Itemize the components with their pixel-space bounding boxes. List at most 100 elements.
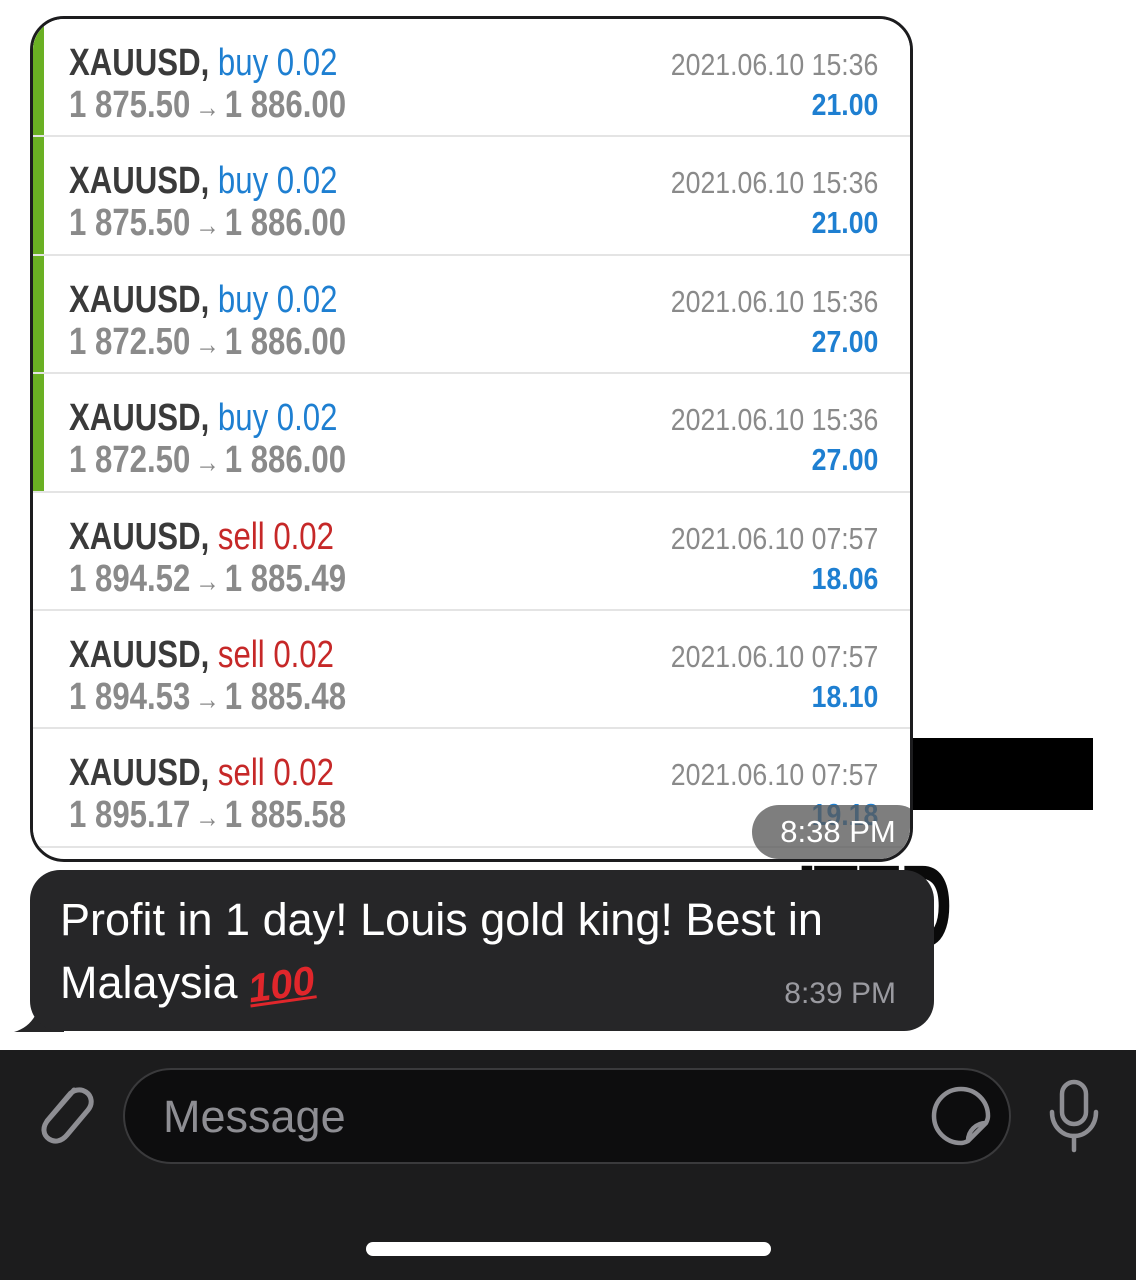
home-indicator (366, 1242, 771, 1256)
text-message-body: Profit in 1 day! Louis gold king! Best i… (60, 888, 910, 1017)
trade-prices: 1 875.50 → 1 886.00 (69, 85, 346, 128)
arrow-icon: → (195, 327, 220, 361)
trade-type: sell 0.02 (217, 633, 334, 676)
message-input[interactable] (161, 1084, 925, 1150)
message-field[interactable] (123, 1068, 1011, 1164)
trade-right: 2021.06.10 15:36 21.00 (637, 165, 878, 241)
trade-profit: 27.00 (811, 323, 878, 359)
trade-close-price: 1 885.49 (224, 557, 347, 600)
trade-profit: 27.00 (811, 442, 878, 478)
microphone-icon[interactable] (1044, 1078, 1104, 1156)
buy-accent-bar (33, 255, 44, 373)
trade-row: XAUUSD, buy 0.02 1 872.50 → 1 886.00 2021.… (33, 374, 910, 493)
trade-type: buy 0.02 (217, 160, 338, 203)
trade-right: 2021.06.10 07:57 18.06 (637, 521, 878, 597)
trade-title: XAUUSD, sell 0.02 (69, 635, 346, 675)
trade-title: XAUUSD, buy 0.02 (69, 398, 346, 438)
trade-title: XAUUSD, sell 0.02 (69, 517, 346, 557)
trade-prices: 1 894.53 → 1 885.48 (69, 677, 346, 720)
trade-open-price: 1 872.50 (69, 320, 191, 363)
trade-profit: 18.06 (811, 560, 878, 596)
text-message-timestamp: 8:39 PM (784, 977, 896, 1010)
trade-close-price: 1 886.00 (224, 84, 347, 126)
trade-row: XAUUSD, buy 0.02 1 875.50 → 1 886.00 2021.… (33, 137, 910, 256)
trade-title: XAUUSD, buy 0.02 (69, 43, 346, 83)
trade-symbol: XAUUSD, (69, 278, 210, 321)
trade-left: XAUUSD, sell 0.02 1 894.52 → 1 885.49 (69, 517, 407, 602)
trade-row: XAUUSD, sell 0.02 1 894.52 → 1 885.49 2021… (33, 492, 910, 611)
background-graphic-bar (905, 738, 1093, 810)
trade-list: XAUUSD, buy 0.02 1 875.50 → 1 886.00 2021.… (33, 19, 910, 848)
trade-title: XAUUSD, sell 0.02 (69, 753, 346, 793)
buy-accent-bar (33, 374, 44, 491)
buy-accent-bar (33, 137, 44, 254)
trade-prices: 1 875.50 → 1 886.00 (69, 203, 346, 246)
trade-prices: 1 894.52 → 1 885.49 (69, 559, 346, 602)
trade-right: 2021.06.10 07:57 18.10 (637, 639, 878, 715)
trade-close-price: 1 886.00 (224, 320, 347, 363)
trade-symbol: XAUUSD, (69, 515, 210, 558)
trade-date: 2021.06.10 07:57 (670, 757, 878, 793)
arrow-icon: → (195, 801, 220, 835)
trade-close-price: 1 885.48 (224, 675, 347, 718)
trade-symbol: XAUUSD, (69, 397, 210, 440)
trade-left: XAUUSD, buy 0.02 1 875.50 → 1 886.00 (69, 161, 407, 246)
trade-date: 2021.06.10 15:36 (670, 47, 878, 82)
trade-title: XAUUSD, buy 0.02 (69, 161, 346, 201)
trade-right: 2021.06.10 15:36 27.00 (637, 402, 878, 478)
trade-symbol: XAUUSD, (69, 42, 210, 84)
buy-accent-bar (33, 19, 44, 136)
trade-title: XAUUSD, buy 0.02 (69, 280, 346, 320)
trade-left: XAUUSD, sell 0.02 1 895.17 → 1 885.58 (69, 753, 407, 838)
trade-open-price: 1 894.53 (69, 675, 191, 718)
trade-open-price: 1 875.50 (69, 84, 191, 126)
arrow-icon: → (195, 209, 220, 243)
trade-left: XAUUSD, sell 0.02 1 894.53 → 1 885.48 (69, 635, 407, 720)
trade-close-price: 1 886.00 (224, 439, 347, 482)
trade-close-price: 1 885.58 (224, 794, 347, 837)
trade-type: buy 0.02 (217, 42, 338, 84)
trade-left: XAUUSD, buy 0.02 1 872.50 → 1 886.00 (69, 398, 407, 483)
trade-date: 2021.06.10 15:36 (670, 283, 878, 319)
trade-open-price: 1 895.17 (69, 794, 191, 837)
trade-row: XAUUSD, buy 0.02 1 875.50 → 1 886.00 2021.… (33, 19, 910, 138)
arrow-icon: → (195, 564, 220, 598)
image-message-timestamp: 8:38 PM (752, 805, 910, 859)
trade-profit: 18.10 (811, 678, 878, 714)
trade-close-price: 1 886.00 (224, 202, 347, 245)
arrow-icon: → (195, 682, 220, 716)
trade-open-price: 1 894.52 (69, 557, 191, 600)
trade-type: sell 0.02 (217, 515, 334, 558)
trade-type: buy 0.02 (217, 278, 338, 321)
trade-date: 2021.06.10 07:57 (670, 638, 878, 674)
hundred-points-emoji: 100 (244, 958, 317, 1012)
trade-profit: 21.00 (811, 87, 878, 122)
trade-type: sell 0.02 (217, 752, 334, 795)
trade-profit: 21.00 (811, 205, 878, 241)
trade-symbol: XAUUSD, (69, 160, 210, 203)
paperclip-icon[interactable] (30, 1076, 96, 1152)
text-message-bubble[interactable]: Profit in 1 day! Louis gold king! Best i… (30, 870, 934, 1031)
trade-left: XAUUSD, buy 0.02 1 872.50 → 1 886.00 (69, 280, 407, 365)
trade-type: buy 0.02 (217, 397, 338, 440)
trade-row: XAUUSD, buy 0.02 1 872.50 → 1 886.00 2021.… (33, 255, 910, 375)
trade-right: 2021.06.10 15:36 27.00 (637, 284, 878, 360)
trade-symbol: XAUUSD, (69, 633, 210, 676)
trade-date: 2021.06.10 15:36 (670, 165, 878, 201)
sticker-icon[interactable] (930, 1085, 992, 1147)
trade-prices: 1 895.17 → 1 885.58 (69, 795, 346, 838)
trade-prices: 1 872.50 → 1 886.00 (69, 440, 346, 483)
text-message-text: Profit in 1 day! Louis gold king! Best i… (60, 894, 823, 1008)
trade-right: 2021.06.10 15:36 21.00 (637, 47, 878, 123)
trade-date: 2021.06.10 15:36 (670, 402, 878, 438)
trade-open-price: 1 875.50 (69, 202, 191, 245)
arrow-icon: → (195, 91, 220, 124)
trade-row: XAUUSD, sell 0.02 1 894.53 → 1 885.48 2021… (33, 610, 910, 730)
trade-open-price: 1 872.50 (69, 439, 191, 482)
trade-symbol: XAUUSD, (69, 752, 210, 795)
trade-prices: 1 872.50 → 1 886.00 (69, 322, 346, 365)
arrow-icon: → (195, 446, 220, 480)
trade-left: XAUUSD, buy 0.02 1 875.50 → 1 886.00 (69, 43, 407, 128)
image-message[interactable]: XAUUSD, buy 0.02 1 875.50 → 1 886.00 2021.… (30, 16, 913, 862)
trade-date: 2021.06.10 07:57 (670, 520, 878, 556)
